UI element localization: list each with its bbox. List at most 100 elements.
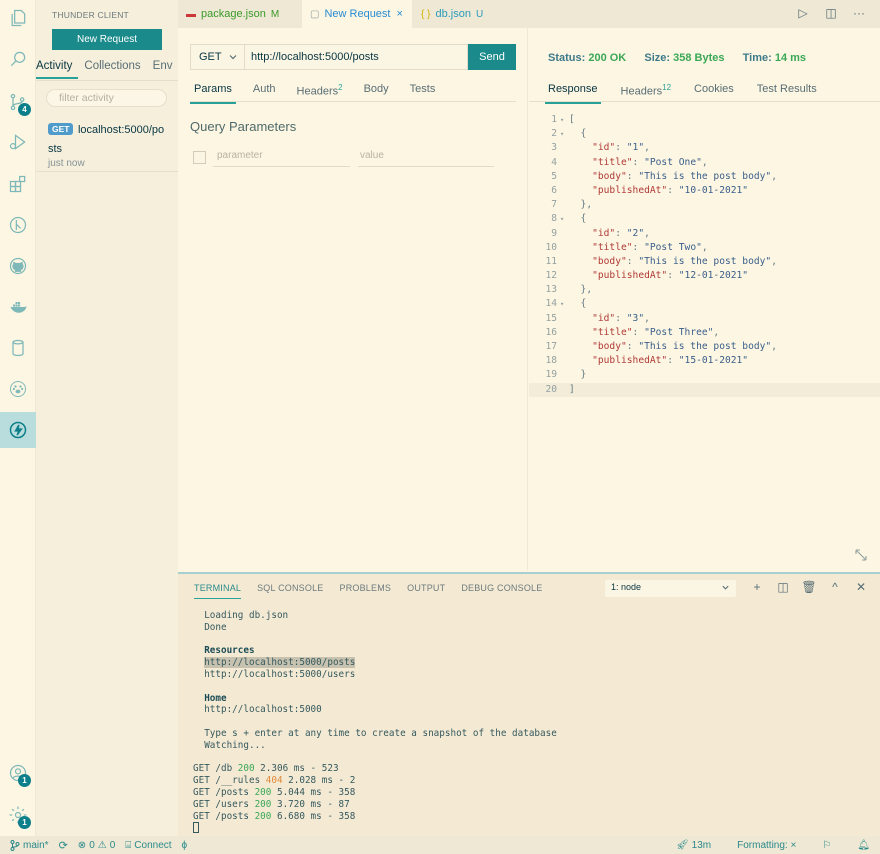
terminal-output[interactable]: Loading db.json Done Resources http://lo…	[193, 610, 557, 835]
tab-terminal[interactable]: TERMINAL	[194, 582, 242, 599]
modified-indicator: M	[270, 8, 280, 20]
line-number: 6	[551, 184, 557, 196]
fold-gutter	[559, 184, 569, 198]
paw-icon[interactable]	[0, 371, 36, 407]
connect-button[interactable]: ⌸ Connect	[125, 840, 171, 851]
terminal-text: 3.720 ms - 87	[271, 798, 350, 810]
trash-icon[interactable]: 🗑	[801, 579, 816, 595]
tab-sql-console[interactable]: SQL CONSOLE	[257, 582, 323, 599]
extensions-icon[interactable]	[0, 166, 36, 202]
method-badge: GET	[48, 123, 74, 135]
tab-debug-console[interactable]: DEBUG CONSOLE	[461, 582, 542, 599]
settings-gear-icon[interactable]: 1	[0, 797, 36, 833]
search-icon[interactable]	[0, 41, 36, 77]
json-punct: },	[569, 284, 593, 296]
url-input[interactable]: http://localhost:5000/posts	[245, 44, 468, 70]
json-punct: {	[569, 213, 587, 225]
line-number: 3	[551, 142, 557, 154]
fold-chevron-icon[interactable]: ▾	[559, 113, 569, 127]
fold-chevron-icon[interactable]: ▾	[559, 297, 569, 311]
json-punct: ,	[644, 227, 650, 239]
connect-label: Connect	[134, 839, 172, 851]
notifications-bell-icon[interactable]: 🔔︎	[857, 840, 870, 851]
time-value: 14 ms	[774, 52, 807, 64]
tab-env[interactable]: Env	[147, 58, 178, 79]
send-button[interactable]: Send	[468, 44, 516, 70]
database-icon[interactable]	[0, 330, 36, 366]
github-icon[interactable]	[0, 248, 36, 284]
split-editor-icon[interactable]: ◫	[824, 6, 838, 20]
tab-new-request[interactable]: ▢ New Request ×	[302, 0, 412, 28]
tab-label: Tests	[409, 83, 436, 95]
terminal-text: Resources	[193, 645, 255, 657]
time-label: Time:	[742, 52, 772, 64]
branch-indicator[interactable]: main*	[10, 839, 49, 851]
terminal-line: GET /db 200 2.306 ms - 523	[193, 763, 557, 775]
param-name-input[interactable]: parameter	[213, 149, 350, 167]
code-line: 3 "id": "1",	[529, 141, 880, 155]
new-request-button[interactable]: New Request	[52, 29, 162, 50]
code-line: 9 "id": "2",	[529, 227, 880, 241]
activity-list-item[interactable]: GET localhost:5000/po sts just now	[48, 120, 172, 169]
terminal-line: Loading db.json	[193, 610, 557, 622]
param-value-input[interactable]: value	[358, 149, 494, 167]
panel-tabs: TERMINAL SQL CONSOLE PROBLEMS OUTPUT DEB…	[194, 582, 558, 599]
explorer-icon[interactable]	[0, 0, 36, 36]
sync-icon[interactable]: ⟳	[59, 839, 68, 852]
tab-label: Response	[548, 83, 598, 95]
more-icon[interactable]: ···	[852, 6, 866, 20]
tab-package-json[interactable]: ▬ package.json M	[178, 0, 301, 28]
thunder-client-icon[interactable]	[0, 412, 36, 448]
expand-icon[interactable]	[854, 548, 868, 562]
tab-output[interactable]: OUTPUT	[407, 582, 445, 599]
fold-chevron-icon[interactable]: ▾	[559, 127, 569, 141]
tab-activity[interactable]: Activity	[36, 58, 79, 79]
settings-badge: 1	[18, 816, 31, 829]
close-tab-icon[interactable]: ×	[397, 8, 403, 20]
divider	[190, 101, 516, 102]
code-line: 19 }	[529, 368, 880, 382]
maximize-panel-icon[interactable]: ^	[828, 579, 842, 595]
run-debug-icon[interactable]	[0, 124, 36, 160]
code-line: 16 "title": "Post Three",	[529, 326, 880, 340]
terminal-select[interactable]: 1: node	[605, 580, 736, 597]
split-terminal-icon[interactable]: ◫	[776, 579, 790, 595]
json-punct: ,	[771, 341, 777, 352]
line-number: 17	[545, 341, 557, 352]
run-icon[interactable]: ▷	[796, 6, 810, 20]
status-200: 200	[254, 786, 272, 798]
feedback-icon[interactable]: ⚐	[822, 840, 831, 851]
status-bar: main* ⟳ ⊗ 0 ⚠ 0 ⌸ Connect ϕ 🚀︎ 13m Forma…	[0, 836, 880, 854]
line-number: 5	[551, 170, 557, 182]
code-line: 4 "title": "Post One",	[529, 156, 880, 170]
new-terminal-icon[interactable]: +	[750, 579, 764, 595]
request-pane: GET http://localhost:5000/posts Send Par…	[178, 28, 528, 570]
untracked-indicator: U	[475, 8, 484, 20]
live-share-icon[interactable]: ϕ	[182, 840, 188, 851]
session-timer[interactable]: 🚀︎ 13m	[676, 840, 711, 851]
terminal-text: http://localhost:5000/posts	[204, 657, 356, 669]
tab-db-json[interactable]: { } db.json U	[413, 0, 508, 28]
formatting-status[interactable]: Formatting: ×	[737, 840, 796, 851]
method-select[interactable]: GET	[190, 44, 245, 70]
tab-problems[interactable]: PROBLEMS	[340, 582, 392, 599]
json-string: "Post Three"	[644, 326, 714, 338]
json-punct: ,	[701, 241, 708, 253]
param-enable-checkbox[interactable]	[193, 151, 206, 164]
source-control-icon[interactable]: 4	[0, 84, 36, 120]
line-number: 13	[545, 284, 557, 296]
tab-label: Cookies	[694, 83, 734, 95]
terminal-text: 2.306 ms - 523	[254, 763, 339, 775]
fold-chevron-icon[interactable]: ▾	[559, 212, 569, 226]
docker-icon[interactable]	[0, 289, 36, 325]
json-punct: :	[667, 184, 679, 196]
close-panel-icon[interactable]: ✕	[854, 579, 868, 595]
filter-activity-input[interactable]: filter activity	[46, 89, 167, 107]
response-body-editor[interactable]: 1 ▾[2 ▾ {3 "id": "1", 4 "title": "Post One"…	[529, 113, 880, 397]
git-graph-icon[interactable]	[0, 207, 36, 243]
problems-indicator[interactable]: ⊗ 0 ⚠ 0	[78, 840, 115, 851]
tab-collections[interactable]: Collections	[78, 58, 146, 79]
accounts-icon[interactable]: 1	[0, 755, 36, 791]
